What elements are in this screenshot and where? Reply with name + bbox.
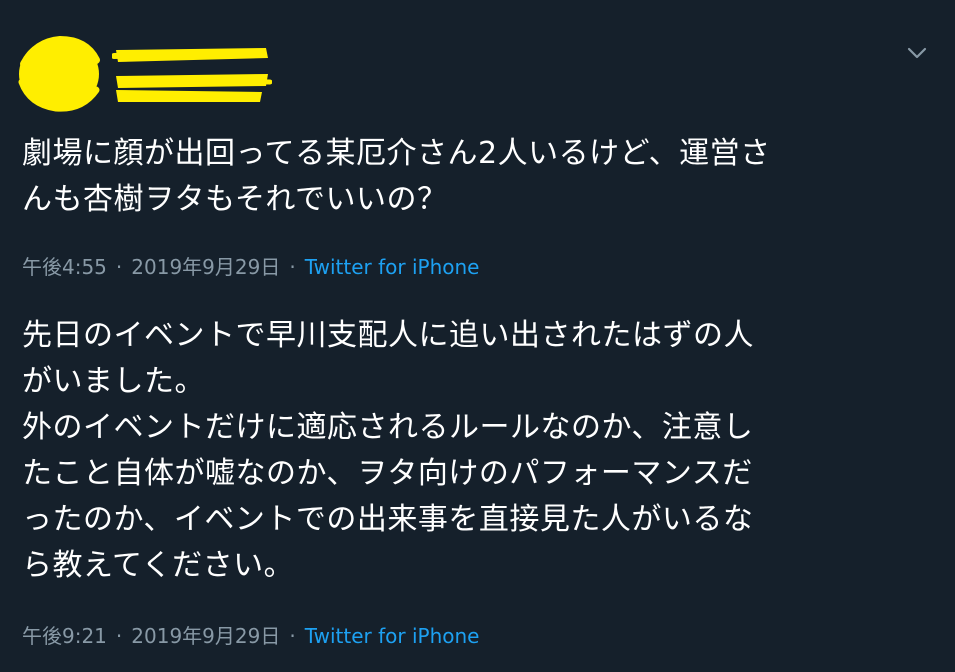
meta-separator: · [289,255,296,279]
chevron-down-icon [907,47,927,59]
tweet-2-text: 先日のイベントで早川支配人に追い出されたはずの人 がいました。 外のイベントだけ… [22,313,937,589]
tweet-1-timestamp[interactable]: 午後4:55 · 2019年9月29日 [22,255,280,279]
meta-separator: · [115,255,123,279]
tweet-1-source-link[interactable]: Twitter for iPhone [305,255,480,279]
tweet-2-meta: 午後9:21 · 2019年9月29日 · Twitter for iPhone [22,622,479,650]
tweet-2-text-line: 外のイベントだけに適応されるルールなのか、注意し [22,410,754,445]
tweet-options-button[interactable] [900,38,934,68]
tweet-2-time: 午後9:21 [22,624,107,648]
tweet-1-date: 2019年9月29日 [131,255,281,279]
tweet-1-text: 劇場に顔が出回ってる某厄介さん2人いるけど、運営さ んも杏樹ヲタもそれでいいの？ [22,131,937,223]
tweet-2-text-line: ら教えてください。 [22,548,295,583]
tweet-1-text-line: んも杏樹ヲタもそれでいいの？ [22,182,448,217]
tweet-2-text-line: ったのか、イベントでの出来事を直接見た人がいるな [22,502,754,537]
tweet-2-text-line: たこと自体が嘘なのか、ヲタ向けのパフォーマンスだ [22,456,753,491]
redacted-name-scribble [111,48,273,102]
tweet-1-time: 午後4:55 [22,255,107,279]
redacted-avatar-scribble [18,35,100,112]
tweet-2-source-link[interactable]: Twitter for iPhone [305,624,480,648]
redacted-display-name[interactable] [111,40,273,106]
meta-separator: · [289,624,296,648]
tweet-2-date: 2019年9月29日 [131,624,281,648]
tweet-2-timestamp[interactable]: 午後9:21 · 2019年9月29日 [22,624,280,648]
tweet-2-text-line: がいました。 [22,364,205,399]
avatar[interactable] [16,34,102,112]
meta-separator: · [115,624,123,648]
tweet-1-meta: 午後4:55 · 2019年9月29日 · Twitter for iPhone [22,253,479,281]
tweet-1-text-line: 劇場に顔が出回ってる某厄介さん2人いるけど、運営さ [22,136,771,171]
tweet-thread: 劇場に顔が出回ってる某厄介さん2人いるけど、運営さ んも杏樹ヲタもそれでいいの？… [0,0,955,672]
tweet-header [0,0,955,120]
tweet-2-text-line: 先日のイベントで早川支配人に追い出されたはずの人 [22,318,754,353]
